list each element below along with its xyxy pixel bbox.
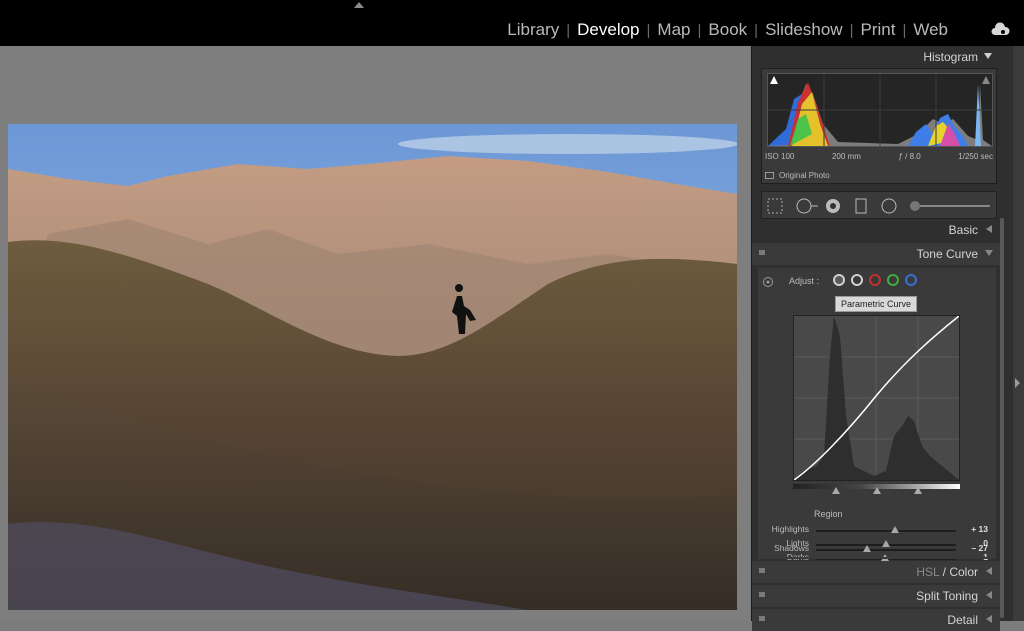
slider-thumb[interactable] — [891, 526, 900, 533]
aperture-value: ƒ / 8.0 — [898, 152, 921, 161]
hsl-title: HSL / Color — [916, 565, 978, 579]
adjust-label: Adjust : — [789, 276, 820, 286]
cloud-sync-icon[interactable] — [990, 22, 1010, 36]
detail-title: Detail — [947, 613, 978, 627]
tooltip: Parametric Curve — [835, 296, 918, 312]
panel-switch-icon[interactable] — [759, 568, 765, 573]
basic-header[interactable]: Basic — [752, 219, 1000, 241]
expand-icon[interactable] — [986, 591, 992, 599]
tone-curve-title: Tone Curve — [916, 247, 978, 261]
crop-overlay-icon[interactable] — [767, 198, 783, 214]
collapse-icon[interactable] — [984, 53, 992, 59]
top-panel-toggle-icon[interactable] — [354, 2, 364, 8]
panel-switch-icon[interactable] — [759, 250, 765, 255]
expand-icon[interactable] — [986, 615, 992, 623]
panel-switch-icon[interactable] — [759, 592, 765, 597]
hsl-separator: / — [939, 565, 950, 579]
radial-filter-icon[interactable] — [881, 198, 897, 214]
module-develop[interactable]: Develop — [571, 20, 645, 40]
split-point-handle[interactable] — [873, 487, 881, 494]
module-map[interactable]: Map — [651, 20, 696, 40]
right-panel-edge — [1013, 46, 1024, 621]
slider-label: Highlights — [771, 524, 809, 534]
histogram-panel: ISO 100 200 mm ƒ / 8.0 1/250 sec Origina… — [761, 68, 997, 184]
split-toning-title: Split Toning — [916, 589, 978, 603]
original-photo-toggle[interactable]: Original Photo — [765, 171, 830, 180]
histogram-header[interactable]: Histogram — [752, 46, 1000, 68]
red-eye-icon[interactable] — [826, 199, 840, 213]
expand-icon[interactable] — [986, 225, 992, 233]
slider-label: Shadows — [774, 543, 809, 553]
split-point-handle[interactable] — [832, 487, 840, 494]
hsl-tab[interactable]: HSL — [916, 565, 939, 579]
panel-toggle-icon[interactable] — [1015, 378, 1020, 388]
panel-switch-icon[interactable] — [759, 616, 765, 621]
module-picker: Library | Develop | Map | Book | Slideshow | … — [501, 19, 954, 41]
photo-preview[interactable] — [8, 124, 737, 610]
basic-title: Basic — [948, 223, 978, 237]
tone-curve-graph[interactable] — [793, 315, 960, 481]
graduated-filter-icon[interactable] — [855, 198, 867, 214]
tone-curve-panel: Adjust : Parametric Curve Region Highlig… — [758, 268, 996, 562]
collapse-icon[interactable] — [985, 250, 993, 256]
split-toning-header[interactable]: Split Toning — [752, 585, 1000, 607]
module-library[interactable]: Library — [501, 20, 565, 40]
highlights-slider[interactable]: Highlights + 13 — [758, 523, 996, 537]
parametric-curve-icon[interactable] — [833, 274, 845, 286]
histogram-graph — [767, 73, 993, 147]
iso-value: ISO 100 — [765, 152, 795, 161]
color-tab[interactable]: Color — [949, 565, 978, 579]
point-curve-rgb-icon[interactable] — [851, 274, 863, 286]
target-adjust-icon[interactable] — [762, 276, 774, 288]
hsl-header[interactable]: HSL / Color — [752, 561, 1000, 583]
module-book[interactable]: Book — [702, 20, 753, 40]
tone-curve-chart — [793, 315, 960, 481]
tool-strip-icons — [767, 198, 990, 214]
slider-track[interactable] — [816, 549, 956, 551]
tool-strip — [761, 191, 997, 219]
tone-curve-header[interactable]: Tone Curve — [752, 243, 1000, 265]
original-photo-checkbox[interactable] — [765, 172, 774, 179]
slider-value[interactable]: – 27 — [971, 543, 988, 553]
image-viewer — [0, 46, 750, 621]
expand-icon[interactable] — [986, 567, 992, 575]
shutter-value: 1/250 sec — [958, 152, 993, 161]
detail-header[interactable]: Detail — [752, 609, 1000, 631]
region-title: Region — [814, 509, 843, 519]
shadows-slider[interactable]: Shadows – 27 — [758, 542, 996, 556]
focal-length: 200 mm — [831, 152, 861, 161]
develop-right-panel: Histogram ISO 100 200 mm ƒ / 8.0 1/250 s… — [751, 46, 1013, 631]
red-channel-icon[interactable] — [869, 274, 881, 286]
adjustment-brush-icon[interactable] — [910, 201, 990, 211]
module-slideshow[interactable]: Slideshow — [759, 20, 849, 40]
module-web[interactable]: Web — [907, 20, 954, 40]
blue-channel-icon[interactable] — [905, 274, 917, 286]
top-bar: Library | Develop | Map | Book | Slideshow | … — [0, 0, 1024, 46]
module-print[interactable]: Print — [854, 20, 901, 40]
panel-spacer — [758, 557, 996, 559]
original-photo-label: Original Photo — [779, 171, 830, 180]
green-channel-icon[interactable] — [887, 274, 899, 286]
histogram-chart — [768, 74, 992, 146]
histogram-title: Histogram — [923, 50, 978, 64]
slider-track[interactable] — [816, 530, 956, 532]
landscape-photo — [8, 124, 737, 610]
spot-removal-icon[interactable] — [796, 198, 818, 214]
slider-thumb[interactable] — [863, 545, 872, 552]
exif-info: ISO 100 200 mm ƒ / 8.0 1/250 sec — [765, 152, 993, 161]
split-point-handle[interactable] — [914, 487, 922, 494]
panel-scrollbar[interactable] — [1000, 218, 1004, 618]
slider-value[interactable]: + 13 — [971, 524, 988, 534]
